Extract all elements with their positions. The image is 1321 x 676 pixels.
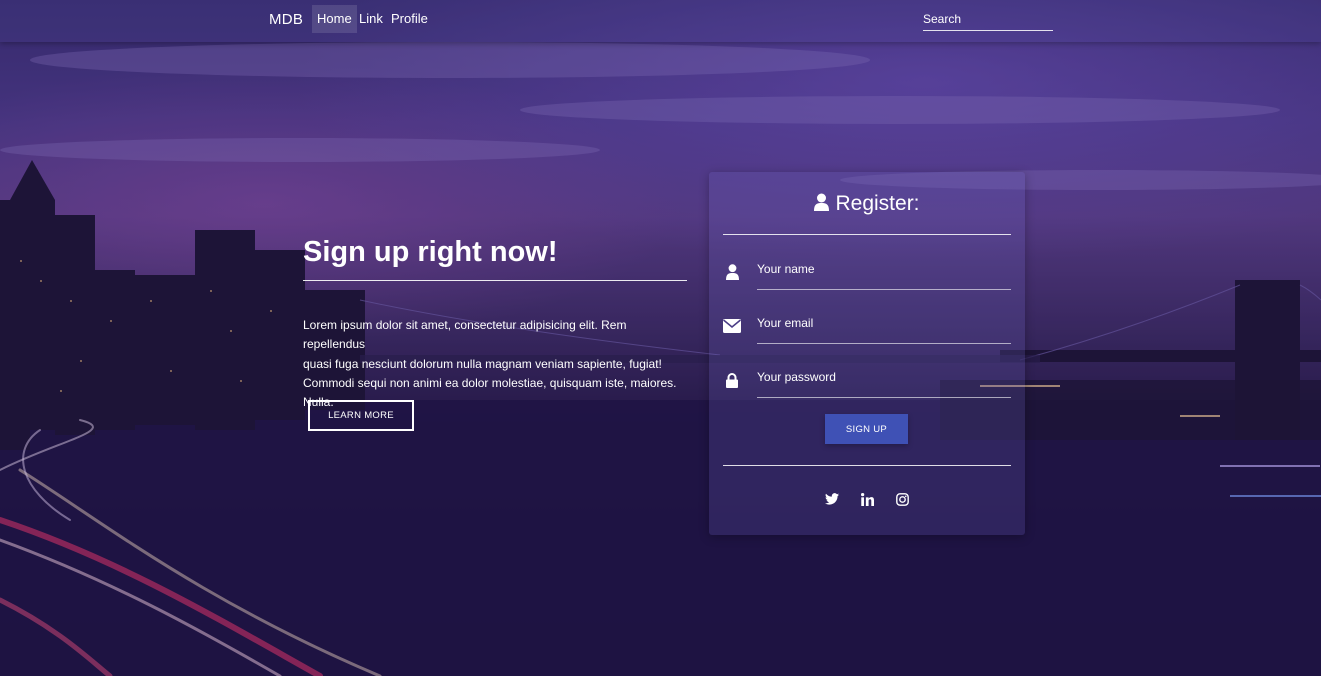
envelope-icon (722, 316, 742, 336)
twitter-icon[interactable] (824, 491, 840, 507)
email-field-label: Your email (757, 316, 814, 330)
hero-text-line: Lorem ipsum dolor sit amet, consectetur … (303, 318, 627, 352)
register-divider-top (723, 234, 1011, 235)
nav-item-profile[interactable]: Profile (386, 5, 433, 33)
password-field-underline (757, 397, 1011, 398)
name-field[interactable]: Your name (709, 257, 1025, 297)
hero-description: Lorem ipsum dolor sit amet, consectetur … (303, 316, 687, 412)
user-icon (722, 262, 742, 282)
name-field-underline (757, 289, 1011, 290)
linkedin-icon[interactable] (859, 491, 875, 507)
hero-divider (303, 280, 687, 281)
password-field[interactable]: Your password (709, 365, 1025, 405)
name-field-label: Your name (757, 262, 815, 276)
register-title: Register: (835, 192, 920, 215)
search-input[interactable] (923, 8, 1053, 31)
register-divider-bottom (723, 465, 1011, 466)
register-card: Register: Your name Your email Your pass… (709, 172, 1025, 535)
brand-logo[interactable]: MDB (269, 11, 303, 28)
password-field-label: Your password (757, 370, 836, 384)
register-heading: Register: (709, 192, 1025, 217)
lock-icon (722, 370, 742, 390)
user-icon (814, 193, 830, 217)
instagram-icon[interactable] (894, 491, 910, 507)
hero-title: Sign up right now! (303, 236, 558, 268)
email-field[interactable]: Your email (709, 311, 1025, 351)
nav-item-link[interactable]: Link (354, 5, 388, 33)
hero-text-line: quasi fuga nesciunt dolorum nulla magnam… (303, 356, 662, 371)
nav-item-home[interactable]: Home (312, 5, 357, 33)
sign-up-button[interactable]: SIGN UP (825, 414, 908, 444)
email-field-underline (757, 343, 1011, 344)
top-navbar: MDB Home Link Profile (0, 0, 1321, 42)
learn-more-button[interactable]: LEARN MORE (308, 400, 414, 431)
